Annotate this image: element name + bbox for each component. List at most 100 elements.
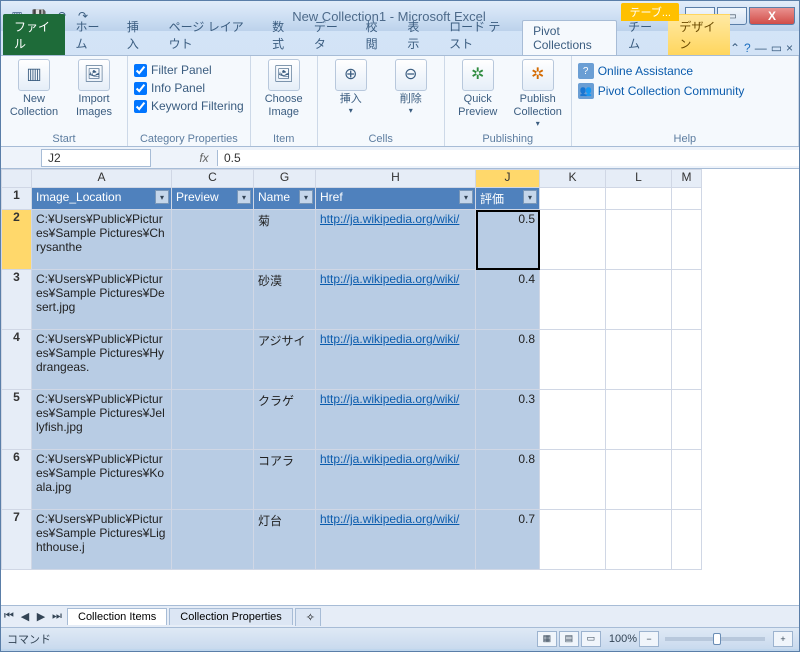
doc-restore-icon[interactable]: ▭ xyxy=(771,41,782,55)
col-header-l[interactable]: L xyxy=(606,170,672,188)
cell-rate[interactable]: 0.7 xyxy=(476,510,540,570)
view-normal-button[interactable]: ▦ xyxy=(537,631,557,647)
close-button[interactable]: X xyxy=(749,7,795,25)
zoom-level[interactable]: 100% xyxy=(609,633,637,645)
tab-pivot-collections[interactable]: Pivot Collections xyxy=(522,20,617,55)
sheet-nav-next[interactable]: ▶ xyxy=(33,610,49,623)
cell-rate[interactable]: 0.8 xyxy=(476,450,540,510)
insert-button[interactable]: ⊕挿入▾ xyxy=(324,59,378,116)
select-all-corner[interactable] xyxy=(2,170,32,188)
header-href[interactable]: Href▾ xyxy=(316,188,476,210)
filter-panel-checkbox[interactable]: Filter Panel xyxy=(134,63,244,77)
worksheet-grid[interactable]: A C G H J K L M 1 Image_Location▾ Previe… xyxy=(1,169,799,605)
cell-image-location[interactable]: C:¥Users¥Public¥Pictures¥Sample Pictures… xyxy=(32,270,172,330)
col-header-a[interactable]: A xyxy=(32,170,172,188)
quick-preview-button[interactable]: ✲Quick Preview xyxy=(451,59,505,119)
ribbon-minimize-icon[interactable]: ⌃ xyxy=(730,41,740,55)
cell-name[interactable]: 菊 xyxy=(254,210,316,270)
row-header-7[interactable]: 7 xyxy=(2,510,32,570)
cell-preview[interactable] xyxy=(172,270,254,330)
row-header-1[interactable]: 1 xyxy=(2,188,32,210)
cell-href[interactable]: http://ja.wikipedia.org/wiki/ xyxy=(316,210,476,270)
formula-input[interactable]: 0.5 xyxy=(217,150,799,166)
cell-href[interactable]: http://ja.wikipedia.org/wiki/ xyxy=(316,270,476,330)
filter-dropdown-icon[interactable]: ▾ xyxy=(523,190,537,204)
view-page-break-button[interactable]: ▭ xyxy=(581,631,601,647)
col-header-h[interactable]: H xyxy=(316,170,476,188)
community-link[interactable]: 👥Pivot Collection Community xyxy=(578,83,745,99)
sheet-tab-new[interactable]: ✧ xyxy=(295,608,321,626)
col-header-m[interactable]: M xyxy=(672,170,702,188)
cell-rate[interactable]: 0.5 xyxy=(476,210,540,270)
cell-preview[interactable] xyxy=(172,390,254,450)
tab-data[interactable]: データ xyxy=(303,14,355,55)
info-panel-checkbox[interactable]: Info Panel xyxy=(134,81,244,95)
cell-href[interactable]: http://ja.wikipedia.org/wiki/ xyxy=(316,330,476,390)
cell-href[interactable]: http://ja.wikipedia.org/wiki/ xyxy=(316,390,476,450)
cell-name[interactable]: クラゲ xyxy=(254,390,316,450)
zoom-out-button[interactable]: − xyxy=(639,631,659,647)
cell-preview[interactable] xyxy=(172,450,254,510)
sheet-nav-prev[interactable]: ◀ xyxy=(17,610,33,623)
cell-preview[interactable] xyxy=(172,510,254,570)
header-image-location[interactable]: Image_Location▾ xyxy=(32,188,172,210)
fx-icon[interactable]: fx xyxy=(191,151,217,165)
tab-formulas[interactable]: 数式 xyxy=(261,14,303,55)
sheet-nav-first[interactable]: ⏮ xyxy=(1,610,17,623)
filter-dropdown-icon[interactable]: ▾ xyxy=(155,190,169,204)
name-box[interactable]: J2 xyxy=(41,149,151,167)
sheet-tab-collection-items[interactable]: Collection Items xyxy=(67,608,167,625)
tab-page-layout[interactable]: ページ レイアウト xyxy=(158,14,262,55)
view-page-layout-button[interactable]: ▤ xyxy=(559,631,579,647)
filter-dropdown-icon[interactable]: ▾ xyxy=(299,190,313,204)
cell-image-location[interactable]: C:¥Users¥Public¥Pictures¥Sample Pictures… xyxy=(32,510,172,570)
col-header-k[interactable]: K xyxy=(540,170,606,188)
cell-name[interactable]: 灯台 xyxy=(254,510,316,570)
delete-button[interactable]: ⊖削除▾ xyxy=(384,59,438,116)
online-assistance-link[interactable]: ?Online Assistance xyxy=(578,63,745,79)
tab-home[interactable]: ホーム xyxy=(65,14,116,55)
new-collection-button[interactable]: ▥New Collection xyxy=(7,59,61,119)
cell-name[interactable]: コアラ xyxy=(254,450,316,510)
doc-close-icon[interactable]: × xyxy=(786,41,793,55)
filter-dropdown-icon[interactable]: ▾ xyxy=(459,190,473,204)
cell-name[interactable]: アジサイ xyxy=(254,330,316,390)
import-images-button[interactable]: 🖼Import Images xyxy=(67,59,121,119)
cell-rate[interactable]: 0.8 xyxy=(476,330,540,390)
zoom-slider[interactable] xyxy=(665,637,765,641)
tab-view[interactable]: 表示 xyxy=(396,14,438,55)
publish-collection-button[interactable]: ✲Publish Collection▾ xyxy=(511,59,565,129)
cell-image-location[interactable]: C:¥Users¥Public¥Pictures¥Sample Pictures… xyxy=(32,390,172,450)
col-header-c[interactable]: C xyxy=(172,170,254,188)
header-name[interactable]: Name▾ xyxy=(254,188,316,210)
keyword-filtering-checkbox[interactable]: Keyword Filtering xyxy=(134,99,244,113)
row-header-2[interactable]: 2 xyxy=(2,210,32,270)
tab-file[interactable]: ファイル xyxy=(3,14,65,55)
row-header-3[interactable]: 3 xyxy=(2,270,32,330)
sheet-nav-last[interactable]: ⏭ xyxy=(49,610,65,623)
col-header-g[interactable]: G xyxy=(254,170,316,188)
filter-dropdown-icon[interactable]: ▾ xyxy=(237,190,251,204)
cell-href[interactable]: http://ja.wikipedia.org/wiki/ xyxy=(316,510,476,570)
cell-preview[interactable] xyxy=(172,210,254,270)
header-preview[interactable]: Preview▾ xyxy=(172,188,254,210)
choose-image-button[interactable]: 🖼Choose Image xyxy=(257,59,311,119)
cell-href[interactable]: http://ja.wikipedia.org/wiki/ xyxy=(316,450,476,510)
doc-minimize-icon[interactable]: — xyxy=(755,41,767,55)
cell-image-location[interactable]: C:¥Users¥Public¥Pictures¥Sample Pictures… xyxy=(32,210,172,270)
zoom-in-button[interactable]: + xyxy=(773,631,793,647)
sheet-tab-collection-properties[interactable]: Collection Properties xyxy=(169,608,293,625)
cell-name[interactable]: 砂漠 xyxy=(254,270,316,330)
cell-image-location[interactable]: C:¥Users¥Public¥Pictures¥Sample Pictures… xyxy=(32,330,172,390)
cell-rate[interactable]: 0.3 xyxy=(476,390,540,450)
header-rate[interactable]: 評価▾ xyxy=(476,188,540,210)
cell-rate[interactable]: 0.4 xyxy=(476,270,540,330)
col-header-j[interactable]: J xyxy=(476,170,540,188)
row-header-6[interactable]: 6 xyxy=(2,450,32,510)
cell-preview[interactable] xyxy=(172,330,254,390)
tab-insert[interactable]: 挿入 xyxy=(116,14,158,55)
row-header-5[interactable]: 5 xyxy=(2,390,32,450)
tab-load-test[interactable]: ロード テスト xyxy=(438,14,522,55)
tab-review[interactable]: 校閲 xyxy=(355,14,397,55)
help-icon[interactable]: ? xyxy=(744,41,751,55)
